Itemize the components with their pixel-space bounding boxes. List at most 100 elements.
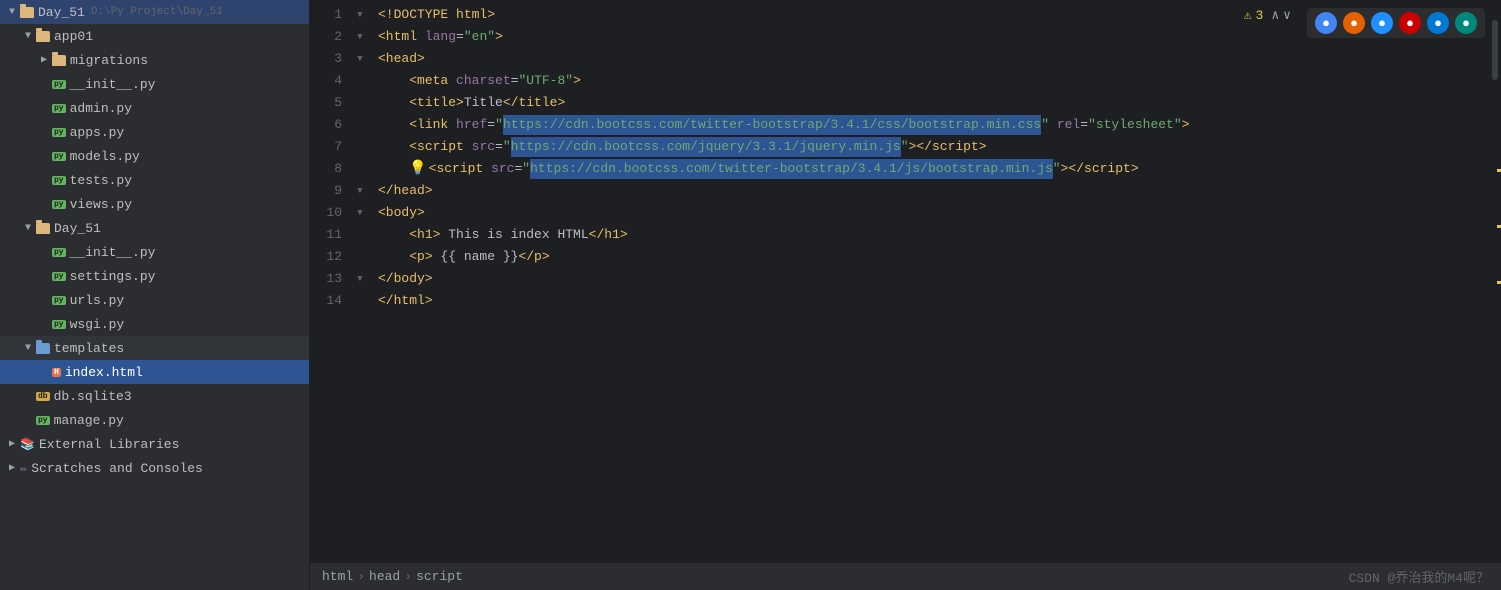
script-close-7: ></script> — [909, 137, 987, 158]
code-line-2[interactable]: <html lang = "en" > — [370, 26, 1489, 48]
indent-11 — [378, 225, 409, 246]
title-text: Title — [464, 93, 503, 114]
models-label: models.py — [70, 149, 140, 164]
sidebar-item-scratches[interactable]: ✏ Scratches and Consoles — [0, 456, 309, 480]
sidebar-item-admin[interactable]: py admin.py — [0, 96, 309, 120]
sidebar-item-manage[interactable]: py manage.py — [0, 408, 309, 432]
meta-tag: <meta — [409, 71, 448, 92]
link-close: > — [1182, 115, 1190, 136]
breadcrumb-head[interactable]: head — [369, 569, 400, 584]
line-num-13: 13 — [318, 268, 342, 290]
doctype-tag: <!DOCTYPE html> — [378, 5, 495, 26]
sidebar-item-migrations[interactable]: migrations — [0, 48, 309, 72]
line-num-14: 14 — [318, 290, 342, 312]
script-open-8: <script — [429, 159, 484, 180]
line-num-8: 8 — [318, 158, 342, 180]
sidebar-item-apps[interactable]: py apps.py — [0, 120, 309, 144]
indent-6 — [378, 115, 409, 136]
code-line-6[interactable]: <link href = "https://cdn.bootcss.com/tw… — [370, 114, 1489, 136]
code-line-1[interactable]: <!DOCTYPE html> — [370, 4, 1489, 26]
rel-val: "stylesheet" — [1088, 115, 1182, 136]
space-2 — [417, 27, 425, 48]
python-icon-views: py — [52, 200, 66, 209]
sidebar-item-urls[interactable]: py urls.py — [0, 288, 309, 312]
bootstrap-js-quote-close: " — [1053, 159, 1061, 180]
breadcrumb-html[interactable]: html — [322, 569, 353, 584]
fold-10[interactable]: ▼ — [350, 202, 370, 224]
breadcrumb-script[interactable]: script — [416, 569, 463, 584]
sidebar-item-init-day51[interactable]: py __init__.py — [0, 240, 309, 264]
sidebar-item-views[interactable]: py views.py — [0, 192, 309, 216]
warning-scroll-1 — [1497, 169, 1501, 172]
fold-gutter: ▼ ▼ ▼ ▼ ▼ ▼ — [350, 0, 370, 562]
script-open-7: <script — [409, 137, 464, 158]
sidebar-item-day51-pkg[interactable]: Day_51 — [0, 216, 309, 240]
sidebar-item-project-root[interactable]: Day_51 D:\Py Project\Day_51 — [0, 0, 309, 24]
code-line-4[interactable]: <meta charset = "UTF-8" > — [370, 70, 1489, 92]
code-line-12[interactable]: <p> {{ name }} </p> — [370, 246, 1489, 268]
line-num-2: 2 — [318, 26, 342, 48]
migrations-label: migrations — [70, 53, 148, 68]
script-close-8: ></script> — [1061, 159, 1139, 180]
lightbulb-icon[interactable]: 💡 — [409, 158, 426, 180]
eq-2: = — [456, 27, 464, 48]
sidebar-item-index-html[interactable]: H index.html — [0, 360, 309, 384]
code-line-11[interactable]: <h1> This is index HTML </h1> — [370, 224, 1489, 246]
admin-label: admin.py — [70, 101, 132, 116]
code-line-3[interactable]: <head> — [370, 48, 1489, 70]
python-icon-wsgi: py — [52, 320, 66, 329]
space-8 — [483, 159, 491, 180]
project-path: D:\Py Project\Day_51 — [91, 6, 223, 18]
python-icon-init-day51: py — [52, 248, 66, 257]
sidebar-item-init-app01[interactable]: py __init__.py — [0, 72, 309, 96]
bootstrap-css-close-quote: " — [1041, 115, 1049, 136]
code-line-8[interactable]: 💡 <script src = "https://cdn.bootcss.com… — [370, 158, 1489, 180]
sidebar-item-db[interactable]: db db.sqlite3 — [0, 384, 309, 408]
sidebar-item-tests[interactable]: py tests.py — [0, 168, 309, 192]
meta-close: > — [573, 71, 581, 92]
wsgi-label: wsgi.py — [70, 317, 125, 332]
fold-2[interactable]: ▼ — [350, 26, 370, 48]
jquery-url: https://cdn.bootcss.com/jquery/3.3.1/jqu… — [511, 137, 901, 158]
code-line-14[interactable]: </html> — [370, 290, 1489, 312]
sidebar-item-templates[interactable]: templates — [0, 336, 309, 360]
h1-close: </h1> — [589, 225, 628, 246]
lang-attr: lang — [425, 27, 456, 48]
eq-8: = — [514, 159, 522, 180]
fold-1[interactable]: ▼ — [350, 4, 370, 26]
fold-3[interactable]: ▼ — [350, 48, 370, 70]
code-line-13[interactable]: </body> — [370, 268, 1489, 290]
code-area[interactable]: <!DOCTYPE html> <html lang = "en" > <hea… — [370, 0, 1489, 562]
sidebar-item-app01[interactable]: app01 — [0, 24, 309, 48]
code-line-7[interactable]: <script src = "https://cdn.bootcss.com/j… — [370, 136, 1489, 158]
lang-val: "en" — [464, 27, 495, 48]
code-line-9[interactable]: </head> — [370, 180, 1489, 202]
charset-attr: charset — [456, 71, 511, 92]
eq-4: = — [511, 71, 519, 92]
db-icon: db — [36, 392, 50, 401]
scratches-label: Scratches and Consoles — [31, 461, 203, 476]
body-close: </body> — [378, 269, 433, 290]
line-num-12: 12 — [318, 246, 342, 268]
sidebar-item-models[interactable]: py models.py — [0, 144, 309, 168]
templates-label: templates — [54, 341, 124, 356]
bootstrap-css-open-quote: " — [495, 115, 503, 136]
sidebar-item-wsgi[interactable]: py wsgi.py — [0, 312, 309, 336]
indent-5 — [378, 93, 409, 114]
code-line-5[interactable]: <title> Title </title> — [370, 92, 1489, 114]
scrollbar[interactable] — [1489, 0, 1501, 562]
rel-attr: rel — [1057, 115, 1080, 136]
code-line-10[interactable]: <body> — [370, 202, 1489, 224]
p-text: {{ name }} — [433, 247, 519, 268]
warning-scroll-2 — [1497, 225, 1501, 228]
sidebar-item-external-libraries[interactable]: 📚 External Libraries — [0, 432, 309, 456]
space-4 — [448, 71, 456, 92]
fold-13[interactable]: ▼ — [350, 268, 370, 290]
project-root-label: Day_51 — [38, 5, 85, 20]
fold-9[interactable]: ▼ — [350, 180, 370, 202]
scroll-thumb — [1492, 20, 1498, 80]
sidebar-item-settings[interactable]: py settings.py — [0, 264, 309, 288]
breadcrumb-sep-2: › — [404, 569, 412, 584]
sidebar: Day_51 D:\Py Project\Day_51 app01 migrat… — [0, 0, 310, 590]
breadcrumb-sep-1: › — [357, 569, 365, 584]
